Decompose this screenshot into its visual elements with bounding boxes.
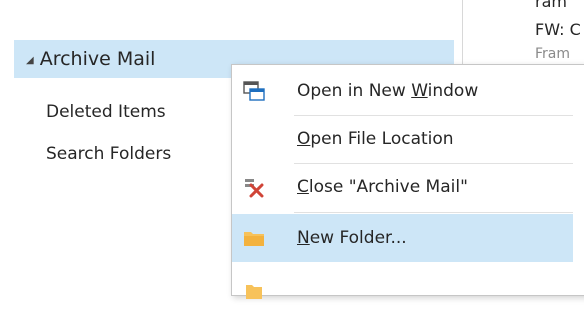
menu-item-label: New Folder...	[297, 228, 407, 248]
menu-item-label: Close "Archive Mail"	[297, 177, 468, 197]
collapse-triangle-icon[interactable]: ◢	[26, 55, 34, 66]
context-menu: Open in New Window Open File Location Cl…	[231, 64, 584, 299]
menu-item-open-in-new-window[interactable]: Open in New Window	[232, 67, 573, 115]
folder-item-deleted-items[interactable]: Deleted Items	[46, 102, 166, 122]
menu-item-partial[interactable]	[232, 264, 573, 312]
folder-item-search-folders[interactable]: Search Folders	[46, 144, 171, 164]
new-window-icon	[242, 80, 266, 102]
folder-icon	[242, 227, 266, 249]
message-subject[interactable]: FW: C	[535, 20, 581, 39]
menu-item-label: Open in New Window	[297, 81, 479, 101]
close-data-file-icon	[242, 176, 266, 198]
menu-item-new-folder[interactable]: New Folder...	[232, 214, 573, 262]
message-partial-text[interactable]: ram	[535, 0, 567, 11]
menu-item-close-archive-mail[interactable]: Close "Archive Mail"	[232, 163, 573, 211]
menu-separator	[294, 212, 573, 213]
menu-item-open-file-location[interactable]: Open File Location	[232, 115, 573, 163]
message-from: Fram	[535, 46, 571, 62]
folder-icon	[242, 277, 266, 299]
menu-item-label: Open File Location	[297, 129, 454, 149]
archive-mail-label: Archive Mail	[39, 48, 156, 70]
